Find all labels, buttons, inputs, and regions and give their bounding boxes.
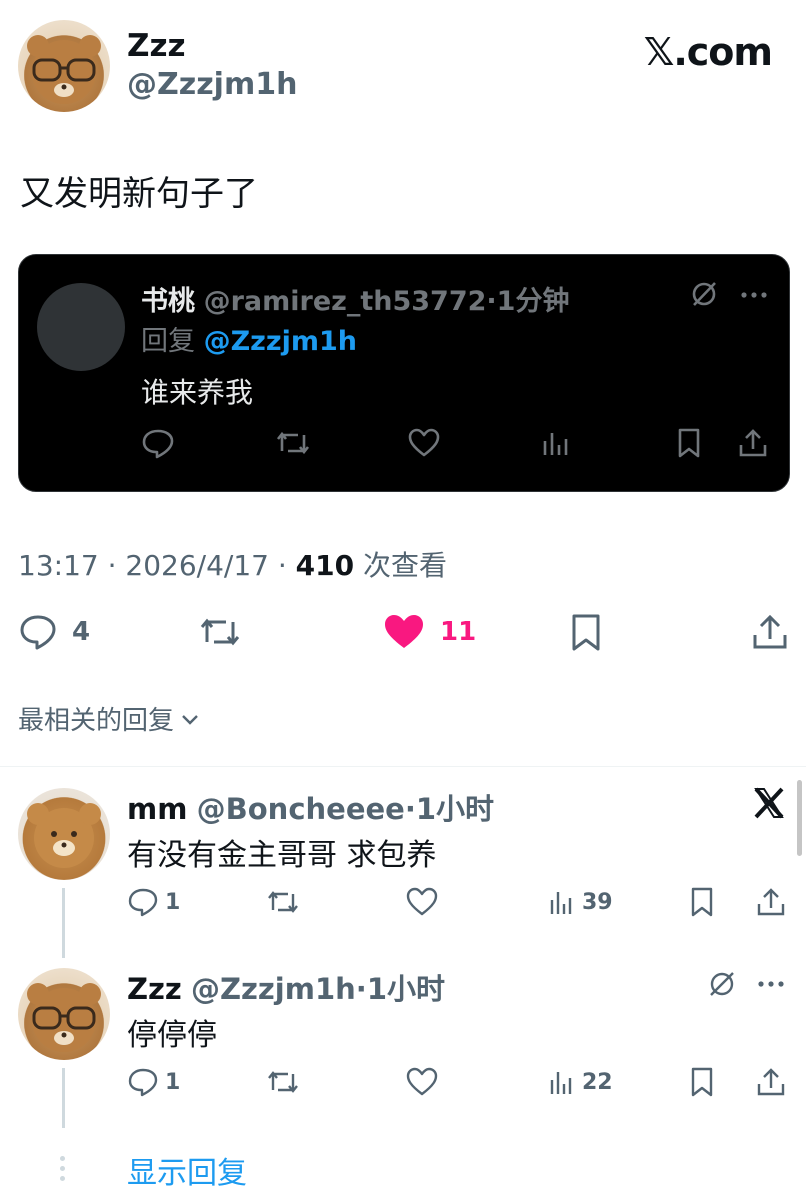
- reply-icon: [127, 886, 159, 918]
- quoted-reply-line: 回复 @Zzzjm1h: [141, 319, 357, 358]
- scrollbar[interactable]: [797, 780, 802, 856]
- reply-text: 有没有金主哥哥 求包养: [127, 838, 437, 873]
- reply-icon: [127, 1066, 159, 1098]
- reply-icon[interactable]: [141, 427, 175, 459]
- share-icon[interactable]: [737, 427, 769, 459]
- views-icon[interactable]: [541, 427, 571, 459]
- quoted-post-card[interactable]: 书桃 @ramirez_th53772·1分钟 回复 @Zzzjm1h 谁来养我: [18, 254, 790, 492]
- author-avatar[interactable]: [18, 20, 110, 112]
- bookmark-icon[interactable]: [688, 1066, 716, 1098]
- x-logo-icon: [752, 786, 786, 820]
- retweet-button[interactable]: [198, 612, 242, 652]
- retweet-icon[interactable]: [275, 427, 311, 459]
- reply-button[interactable]: 4: [18, 612, 90, 652]
- sort-label-text: 最相关的回复: [18, 706, 175, 736]
- retweet-icon[interactable]: [266, 886, 300, 918]
- retweet-icon[interactable]: [266, 1066, 300, 1098]
- like-icon[interactable]: [407, 427, 441, 459]
- reply-author-handle[interactable]: @Zzzjm1h·1小时: [191, 972, 445, 1006]
- reply-to-handle[interactable]: @Zzzjm1h: [204, 326, 357, 357]
- reply-author-name[interactable]: Zzz: [127, 972, 182, 1006]
- views-icon: [548, 886, 576, 918]
- grok-icon[interactable]: [689, 279, 719, 309]
- x-com-logo: 𝕏.com: [643, 30, 773, 74]
- bookmark-icon: [568, 612, 604, 652]
- reply-reply-button[interactable]: 1: [127, 1066, 180, 1098]
- post-meta: 13:17 · 2026/4/17 · 410 次查看: [18, 544, 447, 584]
- reply-icon: [18, 612, 58, 652]
- reply-prefix: 回复: [141, 326, 195, 357]
- views-icon: [548, 1066, 576, 1098]
- quoted-avatar[interactable]: [37, 283, 125, 371]
- divider: [0, 766, 806, 767]
- reply-avatar[interactable]: [18, 968, 110, 1060]
- views-button[interactable]: 22: [548, 1066, 613, 1098]
- views-label: 次查看: [354, 549, 448, 582]
- views-count: 22: [582, 1069, 613, 1095]
- reply-header: mm @Boncheeee·1小时: [127, 786, 494, 828]
- thread-connector: [62, 1068, 65, 1128]
- reply-count: 1: [165, 1069, 181, 1095]
- share-icon: [750, 612, 790, 652]
- reply-sort-dropdown[interactable]: 最相关的回复: [18, 700, 200, 737]
- grok-icon[interactable]: [706, 968, 738, 1000]
- like-icon[interactable]: [405, 1066, 439, 1098]
- reply-count: 4: [72, 617, 91, 647]
- bookmark-icon[interactable]: [688, 886, 716, 918]
- reply-avatar[interactable]: [18, 788, 110, 880]
- quoted-handle[interactable]: @ramirez_th53772·1分钟: [204, 286, 570, 317]
- reply-reply-button[interactable]: 1: [127, 886, 180, 918]
- tweet-text: 又发明新句子了: [20, 174, 258, 214]
- author-name[interactable]: Zzz: [127, 28, 186, 64]
- post-timestamp[interactable]: 13:17 · 2026/4/17 ·: [18, 549, 296, 582]
- reply-author-name[interactable]: mm: [127, 792, 187, 826]
- share-icon[interactable]: [755, 1066, 787, 1098]
- view-count: 410: [295, 549, 355, 582]
- retweet-icon: [198, 612, 242, 652]
- quoted-name[interactable]: 书桃: [141, 286, 195, 317]
- bookmark-icon[interactable]: [675, 427, 703, 459]
- show-replies-link[interactable]: 显示回复: [127, 1148, 247, 1192]
- like-count: 11: [440, 617, 477, 647]
- reply-count: 1: [165, 889, 181, 915]
- thread-connector: [62, 888, 65, 958]
- more-icon[interactable]: [756, 974, 786, 994]
- quoted-text: 谁来养我: [141, 376, 254, 409]
- share-button[interactable]: [750, 612, 790, 652]
- like-button[interactable]: 11: [382, 612, 476, 652]
- thread-dots: [60, 1156, 66, 1186]
- bookmark-button[interactable]: [568, 612, 604, 652]
- reply-header: Zzz @Zzzjm1h·1小时: [127, 966, 445, 1008]
- reply-text: 停停停: [127, 1018, 217, 1053]
- chevron-down-icon: [180, 709, 200, 729]
- more-icon[interactable]: [739, 285, 769, 305]
- reply-author-handle[interactable]: @Boncheeee·1小时: [197, 792, 494, 826]
- views-count: 39: [582, 889, 613, 915]
- views-button[interactable]: 39: [548, 886, 613, 918]
- quoted-header: 书桃 @ramirez_th53772·1分钟: [141, 279, 569, 318]
- heart-icon: [382, 612, 426, 652]
- like-icon[interactable]: [405, 886, 439, 918]
- author-handle[interactable]: @Zzzjm1h: [127, 67, 297, 102]
- share-icon[interactable]: [755, 886, 787, 918]
